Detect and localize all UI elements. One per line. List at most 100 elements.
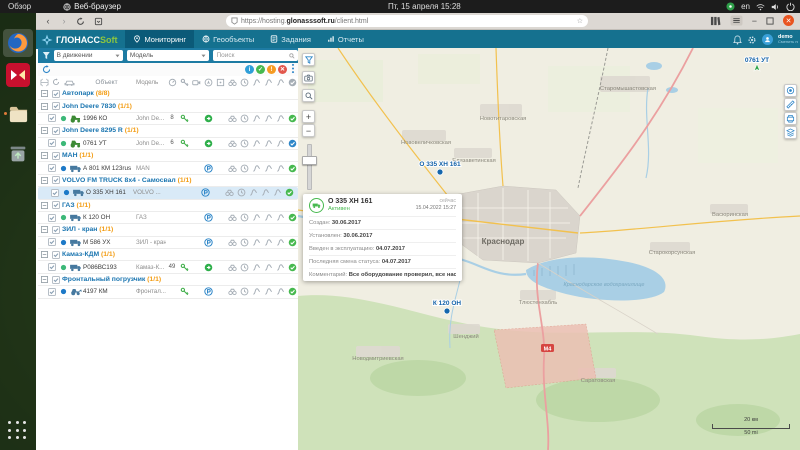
close-button[interactable]: ✕ [783, 15, 794, 26]
user-avatar[interactable] [762, 34, 773, 45]
track-icon[interactable] [262, 287, 274, 296]
user-block[interactable]: demo Сменить пользователя [778, 34, 798, 44]
vehicle-row[interactable]: 4197 КМФронтал... [38, 286, 298, 298]
history-clock-icon[interactable] [238, 238, 250, 247]
track-icon[interactable] [274, 139, 286, 148]
zoom-in-button[interactable]: + [302, 110, 315, 123]
header-refresh-icon[interactable] [50, 78, 62, 86]
model-filter-select[interactable]: Модель [127, 50, 210, 61]
col-check-icon[interactable] [286, 78, 298, 87]
track-icon[interactable] [274, 164, 286, 173]
library-icon[interactable] [710, 16, 721, 26]
row-checkbox[interactable] [46, 288, 58, 296]
pages-button[interactable] [92, 15, 104, 27]
group-checkbox[interactable] [50, 176, 62, 184]
search-input[interactable]: Поиск [213, 50, 298, 61]
col-key-icon[interactable] [178, 78, 190, 87]
group-checkbox[interactable] [50, 152, 62, 160]
history-clock-icon[interactable] [238, 114, 250, 123]
col-binoculars-icon[interactable] [226, 78, 238, 87]
focused-app[interactable]: Веб-браузер [63, 2, 121, 11]
reload-button[interactable] [74, 15, 86, 27]
group-checkbox[interactable] [50, 251, 62, 259]
track-icon[interactable] [262, 213, 274, 222]
clock[interactable]: Пт, 15 апреля 15:28 [388, 2, 461, 11]
vehicle-row[interactable]: 0761 УТJohn De...6 [38, 138, 298, 150]
group-row[interactable]: John Deere 7830 (1/1) [38, 100, 298, 112]
vehicle-row[interactable]: А 801 КМ 123rusMAN [38, 162, 298, 174]
group-row[interactable]: Фронтальный погрузчик (1/1) [38, 274, 298, 286]
locate-binoculars-icon[interactable] [226, 238, 238, 247]
history-clock-icon[interactable] [238, 263, 250, 272]
map-area[interactable]: М4 СтаромышастовскаяНовотитаровскаяНовов… [298, 48, 800, 450]
track-icon[interactable] [259, 188, 271, 197]
locate-binoculars-icon[interactable] [226, 213, 238, 222]
history-clock-icon[interactable] [238, 139, 250, 148]
row-checkbox[interactable] [46, 164, 58, 172]
dock-item-files[interactable] [3, 100, 33, 128]
track-icon[interactable] [274, 263, 286, 272]
vehicle-row[interactable]: К 120 ОНГАЗ [38, 212, 298, 224]
expand-icon[interactable] [38, 103, 50, 110]
group-checkbox[interactable] [50, 102, 62, 110]
col-route-icon[interactable] [274, 78, 286, 87]
map-snapshot-button[interactable] [302, 71, 315, 84]
track-icon[interactable] [274, 238, 286, 247]
expand-icon[interactable] [38, 177, 50, 184]
show-applications-button[interactable] [8, 421, 28, 441]
dock-item-trash[interactable] [3, 140, 33, 168]
history-clock-icon[interactable] [238, 164, 250, 173]
count-alert[interactable]: ✕ [278, 65, 287, 74]
track-icon[interactable] [247, 188, 259, 197]
track-icon[interactable] [250, 139, 262, 148]
column-model[interactable]: Модель [136, 79, 166, 86]
row-checkbox[interactable] [46, 139, 58, 147]
map-tool-layers-button[interactable] [784, 126, 797, 139]
minimize-button[interactable]: − [752, 16, 757, 26]
expand-icon[interactable] [38, 251, 50, 258]
track-icon[interactable] [250, 287, 262, 296]
menu-icon[interactable] [730, 15, 743, 26]
bookmark-star-icon[interactable]: ☆ [577, 17, 583, 25]
vehicle-row[interactable]: Р086ВС193Камаз-К...49 [38, 261, 298, 273]
track-icon[interactable] [274, 114, 286, 123]
row-checkbox[interactable] [46, 263, 58, 271]
group-row[interactable]: ГАЗ (1/1) [38, 200, 298, 212]
row-checkbox[interactable] [46, 114, 58, 122]
track-icon[interactable] [262, 139, 274, 148]
track-icon[interactable] [262, 114, 274, 123]
tab-monitor[interactable]: Мониторинг [125, 30, 194, 49]
col-gauge-icon[interactable] [166, 78, 178, 87]
tab-globe[interactable]: Геообъекты [194, 30, 262, 49]
row-checkbox[interactable] [46, 238, 58, 246]
system-tray[interactable]: en [726, 2, 795, 11]
vehicle-column-icon[interactable] [62, 78, 77, 87]
tab-reports[interactable]: Отчеты [319, 30, 372, 49]
track-icon[interactable] [250, 263, 262, 272]
col-frame-icon[interactable] [214, 78, 226, 87]
zoom-slider-track[interactable] [307, 144, 312, 190]
group-checkbox[interactable] [50, 226, 62, 234]
brand-logo[interactable]: ГЛОНАССSoft [41, 34, 117, 46]
filter-funnel-icon[interactable] [42, 51, 51, 60]
expand-icon[interactable] [38, 202, 50, 209]
map-search-button[interactable] [302, 89, 315, 102]
expand-icon[interactable] [38, 226, 50, 233]
track-icon[interactable] [250, 213, 262, 222]
map-tool-ruler-button[interactable] [784, 98, 797, 111]
locate-binoculars-icon[interactable] [226, 114, 238, 123]
locate-binoculars-icon[interactable] [226, 164, 238, 173]
col-route-icon[interactable] [262, 78, 274, 87]
track-icon[interactable] [250, 114, 262, 123]
maximize-button[interactable] [766, 17, 774, 25]
track-icon[interactable] [250, 164, 262, 173]
group-row[interactable]: Камаз-КДМ (1/1) [38, 249, 298, 261]
group-row[interactable]: ЗИЛ - кран (1/1) [38, 224, 298, 236]
group-row[interactable]: VOLVO FM TRUCK 8x4 - Самосвал (1/1) [38, 175, 298, 187]
map-tool-track-button[interactable] [784, 84, 797, 97]
back-button[interactable]: ‹ [42, 15, 54, 27]
map-filter-button[interactable] [302, 53, 315, 66]
forward-button[interactable]: › [58, 15, 70, 27]
count-info[interactable]: i [245, 65, 254, 74]
zoom-slider-handle[interactable] [302, 156, 317, 165]
